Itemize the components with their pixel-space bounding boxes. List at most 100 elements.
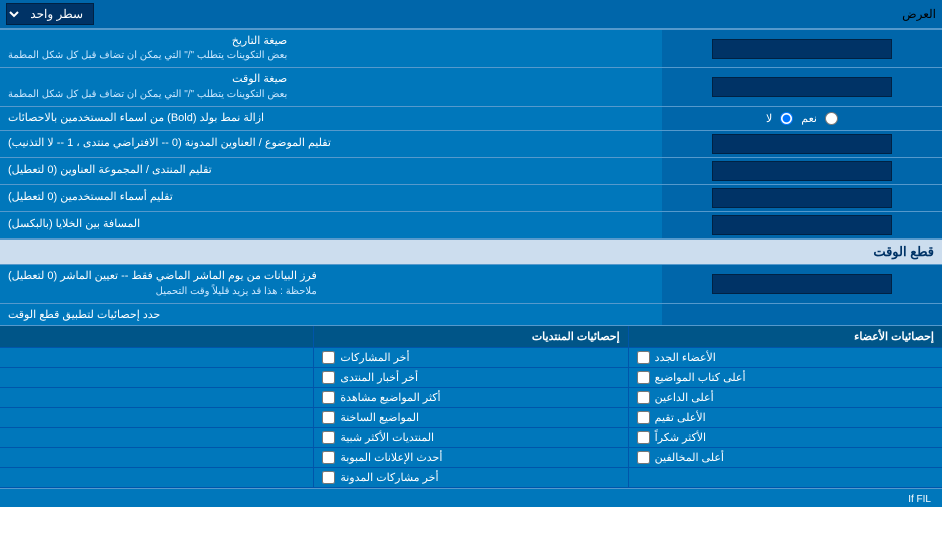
date-format-title: صيغة التاريخ: [232, 35, 287, 47]
checkbox-col3-6: [0, 468, 314, 487]
limit-label-text: حدد إحصائيات لتطبيق قطع الوقت: [0, 304, 662, 325]
col1-label-1: أعلى كتاب المواضيع: [655, 371, 746, 384]
cutoff-label: فرز البيانات من يوم الماشر الماضي فقط --…: [0, 265, 662, 302]
checkbox-row-5: أعلى المخالفين أحدث الإعلانات المبوبة: [0, 448, 942, 468]
limit-label-title: حدد إحصائيات لتطبيق قطع الوقت: [8, 308, 160, 321]
col1-label-2: أعلى الداعين: [655, 391, 714, 404]
col2-checkbox-5[interactable]: [322, 451, 335, 464]
checkbox-rows: الأعضاء الجدد أخر المشاركات أعلى كتاب المو…: [0, 348, 942, 488]
time-format-label: صيغة الوقت بعض التكوينات يتطلب "/" التي …: [0, 68, 662, 105]
time-format-title: صيغة الوقت: [232, 73, 287, 85]
forum-header-limit-label: تقليم المنتدى / المجموعة العناوين (0 لتع…: [0, 158, 662, 184]
checkbox-col1-0: الأعضاء الجدد: [628, 348, 942, 367]
bold-radio-group: نعم لا: [766, 112, 838, 125]
checkbox-col2-2: أكثر المواضيع مشاهدة: [314, 388, 627, 407]
date-format-label: صيغة التاريخ بعض التكوينات يتطلب "/" الت…: [0, 30, 662, 67]
checkbox-col1-6: [628, 468, 942, 487]
col2-label-4: المنتديات الأكثر شبية: [340, 431, 434, 444]
username-limit-input-cell: 0: [662, 185, 942, 211]
col1-header: إحصائيات المنتديات: [314, 326, 627, 347]
checkbox-col2-0: أخر المشاركات: [314, 348, 627, 367]
time-format-input[interactable]: H:i: [712, 77, 892, 97]
col1-checkbox-2[interactable]: [637, 391, 650, 404]
cell-spacing-title: المسافة بين الخلايا (بالبكسل): [8, 217, 140, 232]
topic-title-limit-input[interactable]: 33: [712, 134, 892, 154]
checkbox-col2-1: أخر أخبار المنتدى: [314, 368, 627, 387]
col1-checkbox-0[interactable]: [637, 351, 650, 364]
bottom-note-row: If FIL: [0, 488, 942, 507]
topic-title-limit-input-cell: 33: [662, 131, 942, 157]
bold-no-radio[interactable]: [780, 112, 793, 125]
checkbox-col3-0: [0, 348, 314, 367]
cutoff-title: قطع الوقت: [873, 244, 934, 259]
bold-remove-label: ازالة نمط بولد (Bold) من اسماء المستخدمي…: [0, 107, 662, 130]
forum-header-limit-row: 33 تقليم المنتدى / المجموعة العناوين (0 …: [0, 158, 942, 185]
checkbox-col1-5: أعلى المخالفين: [628, 448, 942, 467]
forum-header-limit-title: تقليم المنتدى / المجموعة العناوين (0 لتع…: [8, 163, 212, 178]
col1-checkbox-1[interactable]: [637, 371, 650, 384]
bold-no-label[interactable]: لا: [766, 112, 772, 125]
checkbox-col1-3: الأعلى تقيم: [628, 408, 942, 427]
col1-label-3: الأعلى تقيم: [655, 411, 706, 424]
date-format-sublabel: بعض التكوينات يتطلب "/" التي يمكن ان تضا…: [8, 49, 287, 63]
checkbox-col1-2: أعلى الداعين: [628, 388, 942, 407]
date-format-row: d-m صيغة التاريخ بعض التكوينات يتطلب "/"…: [0, 30, 942, 68]
col2-label-1: أخر أخبار المنتدى: [340, 371, 418, 384]
checkbox-col3-2: [0, 388, 314, 407]
col2-header: إحصائيات الأعضاء: [628, 326, 942, 347]
checkbox-col3-5: [0, 448, 314, 467]
checkbox-col2-6: أخر مشاركات المدونة: [314, 468, 627, 487]
checkbox-col1-4: الأكثر شكراً: [628, 428, 942, 447]
checkbox-headers-row: إحصائيات الأعضاء إحصائيات المنتديات: [0, 326, 942, 348]
cutoff-main-label: فرز البيانات من يوم الماشر الماضي فقط --…: [8, 270, 317, 282]
col2-checkbox-3[interactable]: [322, 411, 335, 424]
date-format-input[interactable]: d-m: [712, 39, 892, 59]
checkbox-row-0: الأعضاء الجدد أخر المشاركات: [0, 348, 942, 368]
checkbox-row-2: أعلى الداعين أكثر المواضيع مشاهدة: [0, 388, 942, 408]
col2-checkbox-6[interactable]: [322, 471, 335, 484]
col1-checkbox-4[interactable]: [637, 431, 650, 444]
col2-label-5: أحدث الإعلانات المبوبة: [340, 451, 442, 464]
cell-spacing-label: المسافة بين الخلايا (بالبكسل): [0, 212, 662, 238]
col2-checkbox-4[interactable]: [322, 431, 335, 444]
col2-label-0: أخر المشاركات: [340, 351, 409, 364]
cutoff-section-header: قطع الوقت: [0, 239, 942, 265]
cutoff-input-cell: 0: [662, 265, 942, 302]
bold-yes-label[interactable]: نعم: [801, 112, 817, 125]
username-limit-label: تقليم أسماء المستخدمين (0 لتعطيل): [0, 185, 662, 211]
col1-checkbox-5[interactable]: [637, 451, 650, 464]
top-label: العرض: [902, 7, 936, 21]
top-row: العرض سطر واحدسطرانثلاثة أسطر: [0, 0, 942, 30]
checkbox-row-4: الأكثر شكراً المنتديات الأكثر شبية: [0, 428, 942, 448]
checkbox-col2-3: المواضيع الساخنة: [314, 408, 627, 427]
checkbox-col3-4: [0, 428, 314, 447]
col1-checkbox-3[interactable]: [637, 411, 650, 424]
checkbox-row-1: أعلى كتاب المواضيع أخر أخبار المنتدى: [0, 368, 942, 388]
time-format-sublabel: بعض التكوينات يتطلب "/" التي يمكن ان تضا…: [8, 88, 287, 102]
col2-label-2: أكثر المواضيع مشاهدة: [340, 391, 440, 404]
col0-placeholder: [0, 326, 314, 347]
username-limit-input[interactable]: 0: [712, 188, 892, 208]
topic-title-limit-label: تقليم الموضوع / العناوين المدونة (0 -- ا…: [0, 131, 662, 157]
cell-spacing-input[interactable]: 2: [712, 215, 892, 235]
cell-spacing-row: 2 المسافة بين الخلايا (بالبكسل): [0, 212, 942, 239]
col2-checkbox-0[interactable]: [322, 351, 335, 364]
checkbox-row-3: الأعلى تقيم المواضيع الساخنة: [0, 408, 942, 428]
forum-header-limit-input[interactable]: 33: [712, 161, 892, 181]
col2-label-6: أخر مشاركات المدونة: [340, 471, 438, 484]
limit-label-row: حدد إحصائيات لتطبيق قطع الوقت: [0, 304, 942, 326]
cutoff-input[interactable]: 0: [712, 274, 892, 294]
checkbox-row-6: أخر مشاركات المدونة: [0, 468, 942, 488]
bold-remove-row: نعم لا ازالة نمط بولد (Bold) من اسماء ال…: [0, 107, 942, 131]
col1-label-0: الأعضاء الجدد: [655, 351, 716, 364]
checkbox-col3-3: [0, 408, 314, 427]
col2-checkbox-2[interactable]: [322, 391, 335, 404]
topic-title-limit-title: تقليم الموضوع / العناوين المدونة (0 -- ا…: [8, 136, 331, 151]
time-format-input-cell: H:i: [662, 68, 942, 105]
col1-label-4: الأكثر شكراً: [655, 431, 706, 444]
display-select[interactable]: سطر واحدسطرانثلاثة أسطر: [6, 3, 94, 25]
col2-checkbox-1[interactable]: [322, 371, 335, 384]
bold-yes-radio[interactable]: [825, 112, 838, 125]
col1-label-5: أعلى المخالفين: [655, 451, 724, 464]
cutoff-note: ملاحظة : هذا قد يزيد قليلاً وقت التحميل: [8, 285, 317, 299]
